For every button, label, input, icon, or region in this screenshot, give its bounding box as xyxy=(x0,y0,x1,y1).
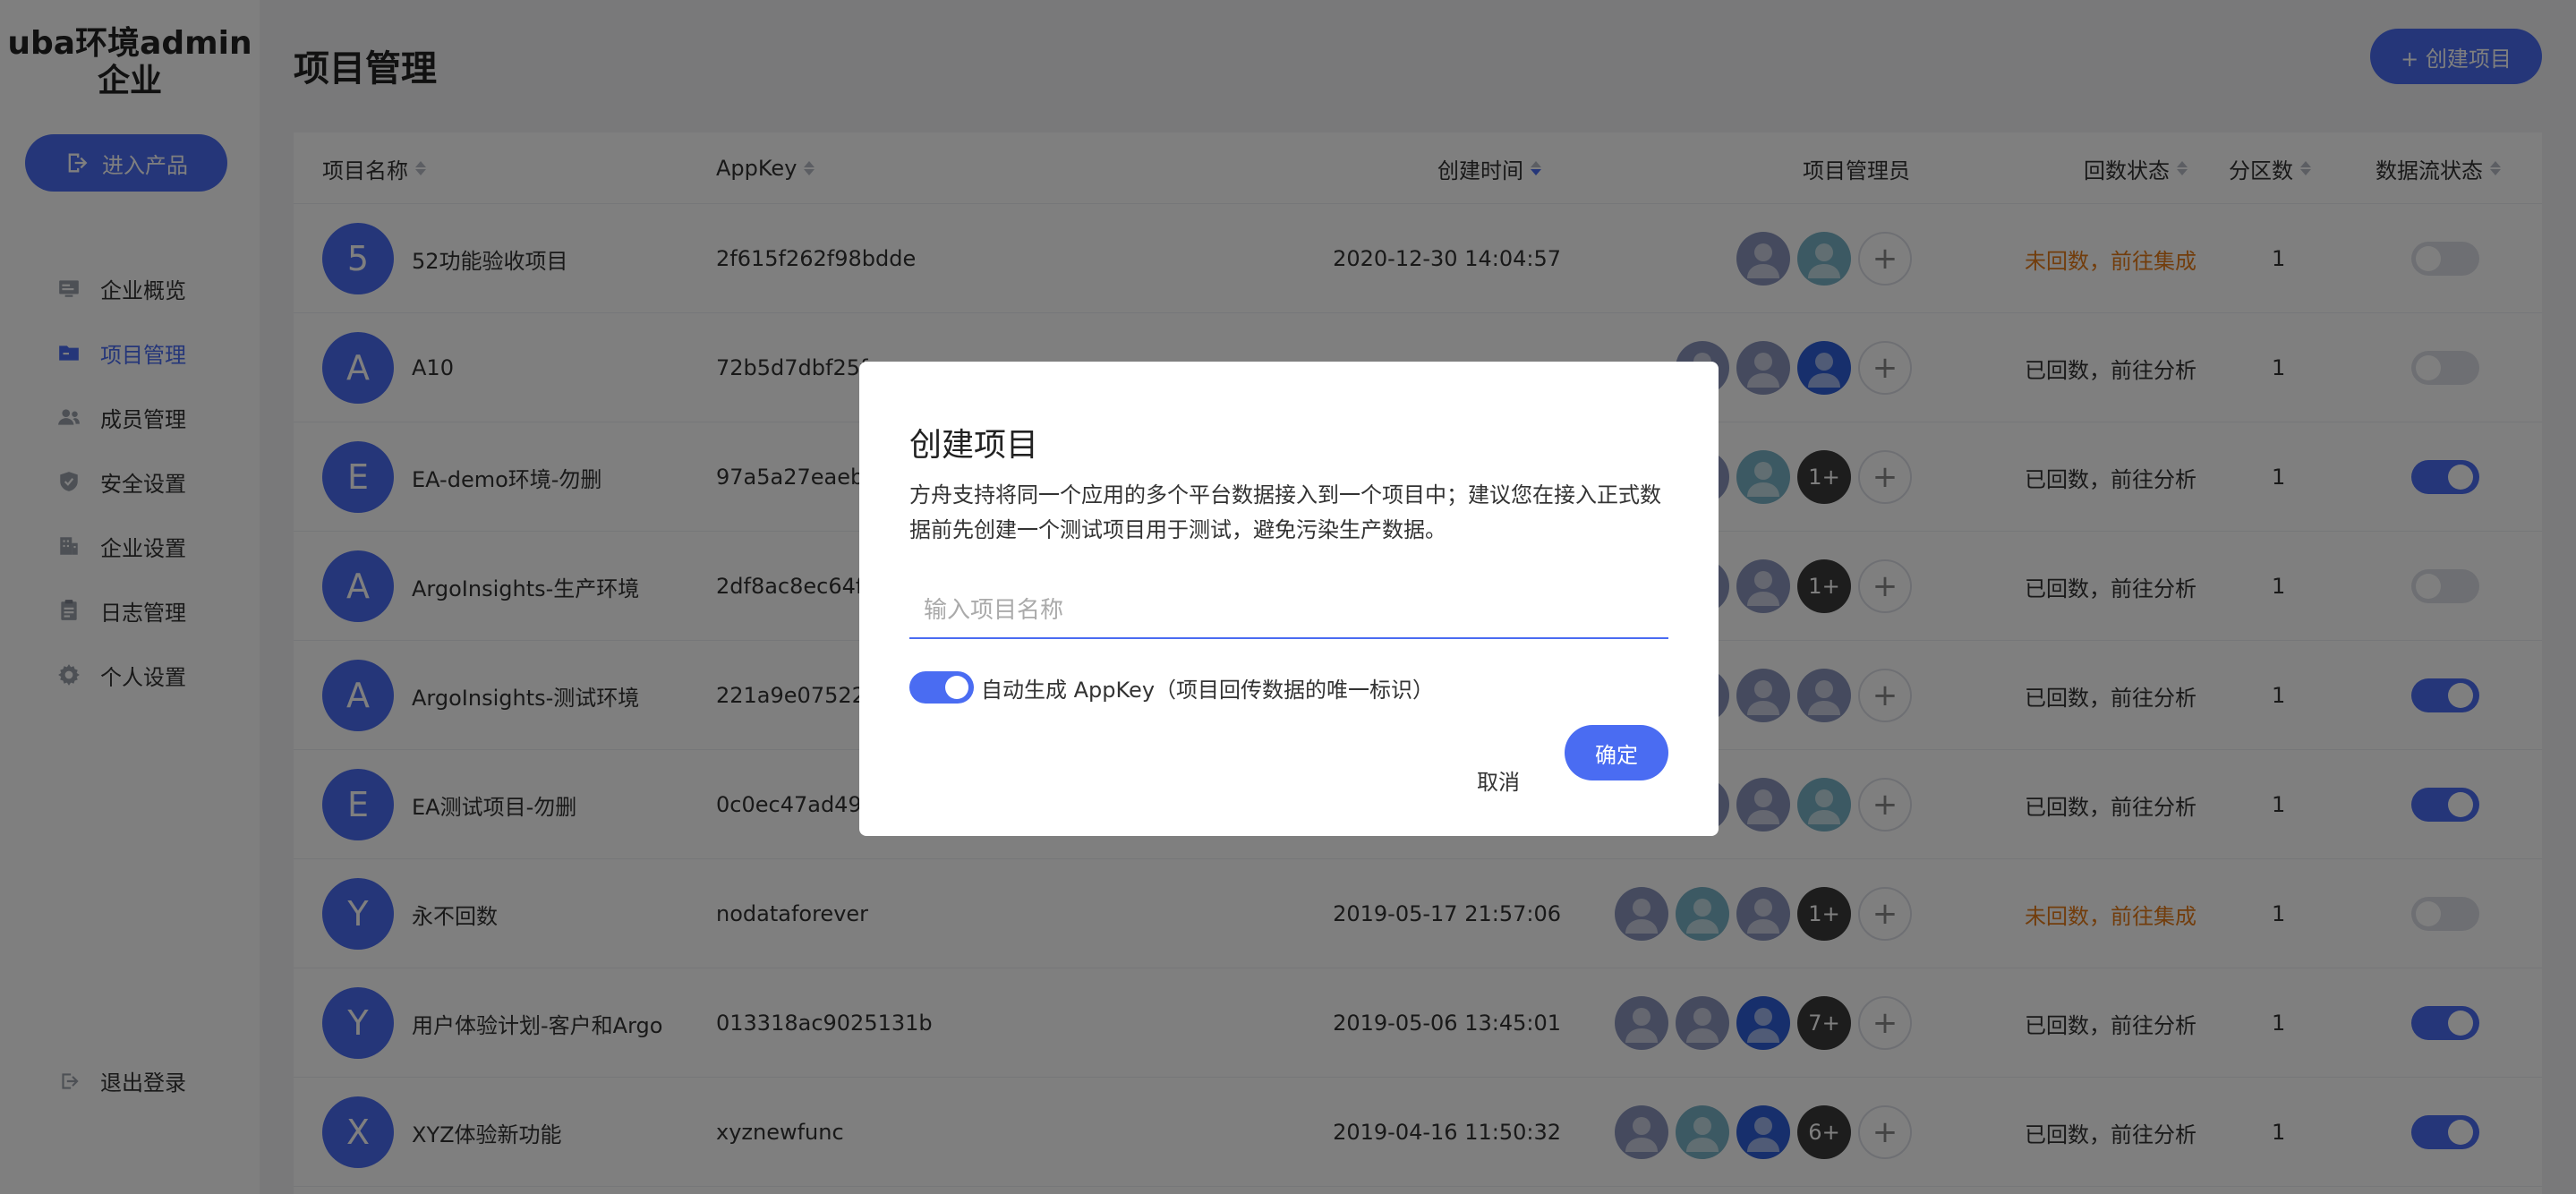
cancel-button[interactable]: 取消 xyxy=(1477,752,1520,807)
confirm-button[interactable]: 确定 xyxy=(1565,725,1668,780)
create-project-dialog: 创建项目 方舟支持将同一个应用的多个平台数据接入到一个项目中；建议您在接入正式数… xyxy=(859,362,1719,836)
auto-appkey-option: 自动生成 AppKey（项目回传数据的唯一标识） xyxy=(909,671,1434,704)
dialog-title: 创建项目 xyxy=(909,427,1039,464)
auto-appkey-toggle[interactable] xyxy=(909,671,974,704)
project-name-input[interactable] xyxy=(909,584,1668,639)
auto-appkey-label: 自动生成 AppKey（项目回传数据的唯一标识） xyxy=(981,677,1435,703)
dialog-description: 方舟支持将同一个应用的多个平台数据接入到一个项目中；建议您在接入正式数据前先创建… xyxy=(909,482,1661,542)
